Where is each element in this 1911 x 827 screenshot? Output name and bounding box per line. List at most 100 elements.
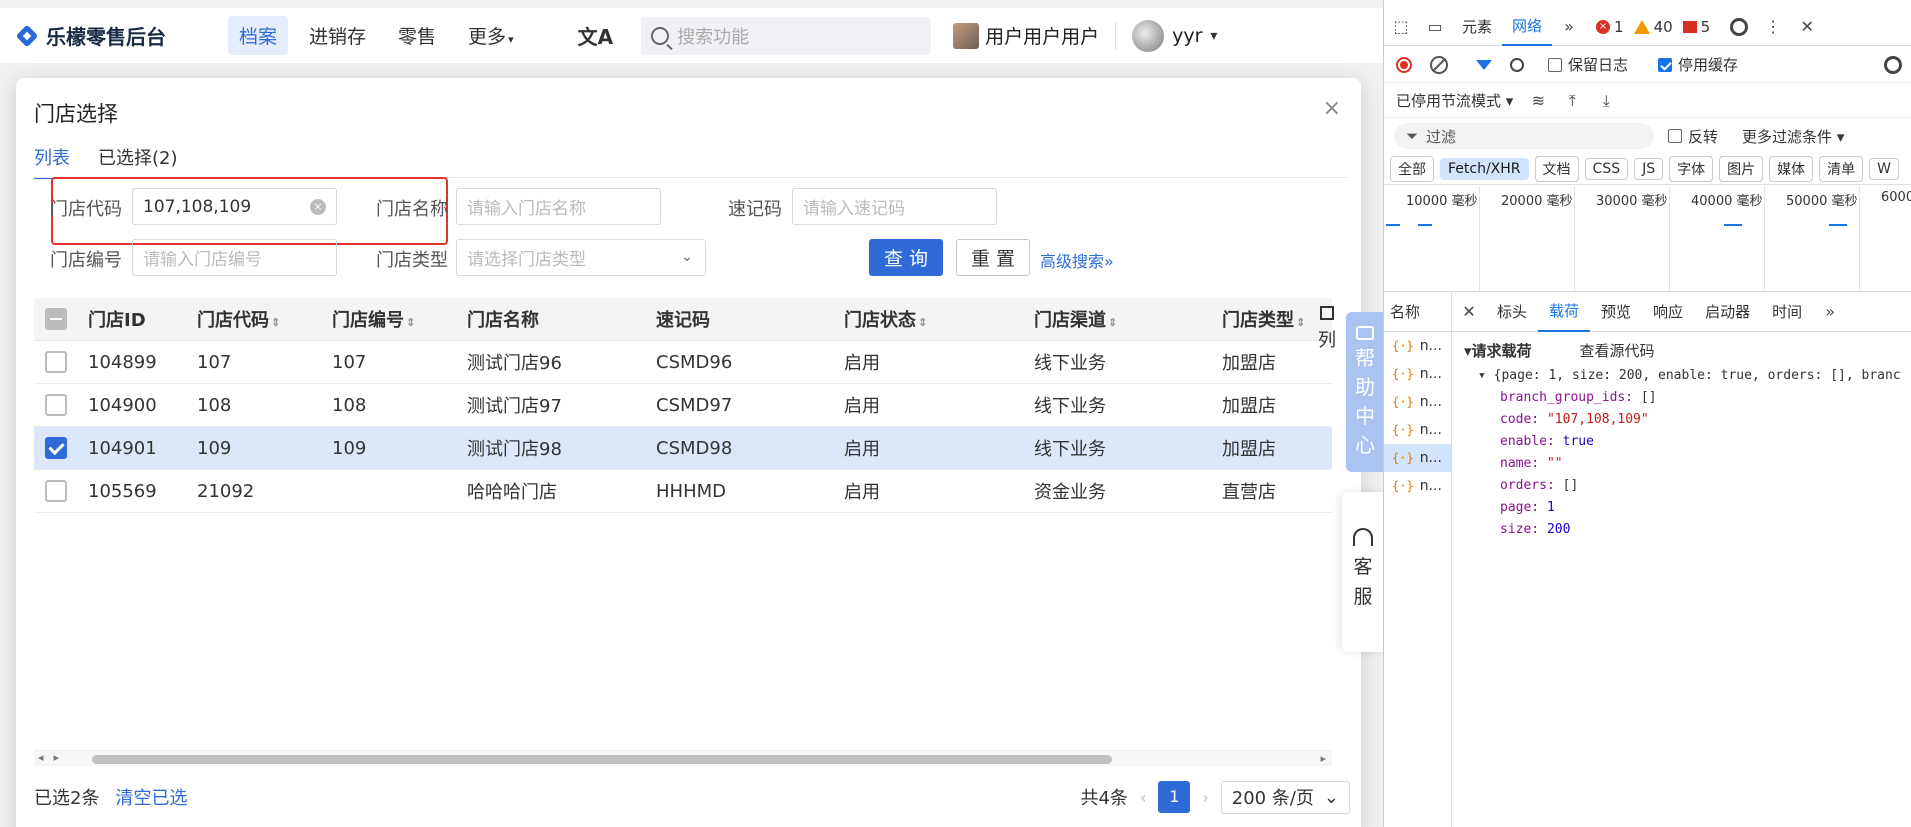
filter-icon[interactable]	[1476, 59, 1492, 70]
scroll-left-icon[interactable]: ◂▸	[38, 751, 69, 764]
kebab-menu-icon[interactable]: ⋮	[1762, 16, 1784, 38]
request-item[interactable]: {·} n...	[1384, 360, 1451, 388]
translate-icon[interactable]: 文A	[578, 21, 613, 50]
column-settings-button[interactable]: 列	[1314, 306, 1340, 352]
type-fetch-xhr[interactable]: Fetch/XHR	[1440, 157, 1529, 180]
request-item[interactable]: {·} n...	[1384, 444, 1451, 472]
clear-selected-link[interactable]: 清空已选	[115, 784, 187, 810]
scroll-right-icon[interactable]: ▸	[1320, 752, 1326, 765]
row-checkbox[interactable]	[45, 480, 67, 502]
network-conditions-icon[interactable]: ≋	[1527, 90, 1549, 112]
tab-list[interactable]: 列表	[34, 144, 70, 179]
store-type-select[interactable]: 请选择门店类型 ⌄	[456, 239, 706, 276]
type-media[interactable]: 媒体	[1769, 155, 1814, 182]
payload-title[interactable]: ▾请求载荷	[1464, 340, 1532, 361]
throttle-select[interactable]: 已停用节流模式 ▾	[1396, 90, 1513, 111]
issues-badge[interactable]: 5	[1682, 18, 1710, 36]
record-icon[interactable]	[1396, 56, 1412, 73]
download-icon[interactable]: ⤓	[1595, 90, 1617, 112]
clear-icon[interactable]: ×	[310, 199, 326, 215]
request-item[interactable]: {·} n...	[1384, 416, 1451, 444]
table-row[interactable]: 105569 21092 哈哈哈门店 HHHMD 启用 资金业务 直营店	[34, 470, 1332, 513]
row-checkbox[interactable]	[45, 351, 67, 373]
logo[interactable]: 乐檬零售后台	[16, 21, 166, 50]
close-icon[interactable]: ×	[1323, 96, 1341, 121]
page-size-select[interactable]: 200 条/页 ⌄	[1220, 780, 1350, 814]
shortcode-input[interactable]: 请输入速记码	[792, 188, 997, 225]
page-number[interactable]: 1	[1158, 781, 1191, 813]
th-store-code[interactable]: 门店代码 ⇕	[187, 306, 322, 332]
th-status[interactable]: 门店状态 ⇕	[834, 306, 1024, 332]
network-settings-icon[interactable]	[1882, 54, 1904, 76]
type-ws[interactable]: W	[1869, 157, 1899, 180]
view-source-link[interactable]: 查看源代码	[1580, 340, 1655, 361]
filter-input[interactable]: ⏷ 过滤	[1394, 123, 1654, 149]
invert-checkbox[interactable]	[1668, 129, 1682, 143]
help-center-tab[interactable]: 帮 助 中 心	[1346, 312, 1383, 472]
network-timeline[interactable]: 10000 毫秒 20000 毫秒 30000 毫秒 40000 毫秒 5000…	[1384, 186, 1911, 292]
query-button[interactable]: 查 询	[869, 239, 943, 276]
nav-item-more[interactable]: 更多 ▾	[457, 16, 525, 55]
th-store-number[interactable]: 门店编号 ⇕	[322, 306, 457, 332]
subtab-timing[interactable]: 时间	[1761, 292, 1813, 332]
company-switcher[interactable]: 用户用户用户	[953, 22, 1099, 49]
subtab-initiator[interactable]: 启动器	[1694, 292, 1761, 332]
error-badge[interactable]: × 1	[1596, 18, 1624, 36]
type-manifest[interactable]: 清单	[1819, 155, 1864, 182]
subtab-response[interactable]: 响应	[1642, 292, 1694, 332]
row-checkbox[interactable]	[45, 394, 67, 416]
row-checkbox[interactable]	[45, 437, 67, 459]
store-code-input[interactable]: 107,108,109 ×	[132, 188, 337, 225]
nav-item-retail[interactable]: 零售	[387, 16, 447, 55]
request-item[interactable]: {·} n...	[1384, 332, 1451, 360]
tab-selected[interactable]: 已选择(2)	[98, 144, 178, 179]
next-page-icon[interactable]: ›	[1202, 788, 1208, 807]
function-search-input[interactable]: 搜索功能	[641, 16, 932, 55]
subtab-headers[interactable]: 标头	[1486, 292, 1538, 332]
th-store-name[interactable]: 门店名称	[457, 306, 646, 332]
table-row[interactable]: 104900 108 108 测试门店97 CSMD97 启用 线下业务 加盟店	[34, 384, 1332, 427]
upload-icon[interactable]: ⤒	[1561, 90, 1583, 112]
th-store-id[interactable]: 门店ID	[78, 306, 187, 332]
nav-item-archive[interactable]: 档案	[228, 16, 289, 55]
settings-icon[interactable]	[1728, 16, 1750, 38]
th-shortcode[interactable]: 速记码	[646, 306, 834, 332]
table-row[interactable]: 104899 107 107 测试门店96 CSMD96 启用 线下业务 加盟店	[34, 341, 1332, 384]
subtab-payload[interactable]: 载荷	[1538, 292, 1591, 332]
type-css[interactable]: CSS	[1584, 157, 1629, 180]
type-js[interactable]: JS	[1634, 157, 1664, 180]
device-toolbar-icon[interactable]: ▭	[1424, 16, 1446, 38]
customer-service-tab[interactable]: 客 服	[1342, 492, 1383, 652]
more-subtabs-icon[interactable]: »	[1819, 301, 1841, 323]
name-column-header[interactable]: 名称	[1384, 291, 1452, 332]
more-tabs-icon[interactable]: »	[1558, 16, 1580, 38]
type-font[interactable]: 字体	[1669, 155, 1714, 182]
type-doc[interactable]: 文档	[1534, 155, 1579, 182]
type-all[interactable]: 全部	[1390, 155, 1434, 182]
payload-summary[interactable]: ▾ {page: 1, size: 200, enable: true, ord…	[1478, 368, 1902, 383]
close-icon[interactable]: ✕	[1458, 301, 1480, 323]
th-channel[interactable]: 门店渠道 ⇕	[1024, 306, 1212, 332]
tab-elements[interactable]: 元素	[1452, 8, 1502, 46]
user-menu[interactable]: yyr ▾	[1132, 19, 1217, 52]
search-icon[interactable]	[1510, 57, 1524, 72]
reset-button[interactable]: 重 置	[956, 239, 1030, 276]
disable-cache-checkbox[interactable]	[1658, 57, 1673, 72]
clear-log-icon[interactable]	[1430, 55, 1448, 74]
store-number-input[interactable]: 请输入门店编号	[132, 239, 337, 276]
horizontal-scrollbar[interactable]: ◂▸ ▸	[34, 750, 1332, 766]
store-name-input[interactable]: 请输入门店名称	[456, 188, 661, 225]
request-item[interactable]: {·} n...	[1384, 388, 1451, 416]
tab-network[interactable]: 网络	[1502, 8, 1553, 46]
preserve-log-checkbox[interactable]	[1548, 57, 1562, 72]
prev-page-icon[interactable]: ‹	[1140, 788, 1146, 807]
subtab-preview[interactable]: 预览	[1590, 292, 1642, 332]
select-all-checkbox[interactable]	[45, 308, 67, 330]
warning-badge[interactable]: 40	[1633, 18, 1673, 36]
nav-item-inventory[interactable]: 进销存	[298, 16, 377, 55]
scrollbar-thumb[interactable]	[92, 755, 1112, 764]
type-img[interactable]: 图片	[1719, 155, 1764, 182]
inspect-element-icon[interactable]: ⬚	[1390, 16, 1412, 38]
table-row[interactable]: 104901 109 109 测试门店98 CSMD98 启用 线下业务 加盟店	[34, 427, 1332, 470]
close-devtools-icon[interactable]: ✕	[1796, 16, 1818, 38]
